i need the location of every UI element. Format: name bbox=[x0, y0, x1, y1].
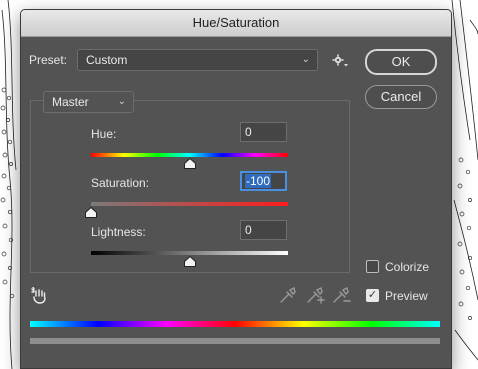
saturation-input[interactable]: -100 bbox=[240, 171, 287, 191]
output-color-bar bbox=[30, 338, 440, 344]
chevron-down-icon: ⌄ bbox=[301, 54, 310, 65]
input-color-bar bbox=[30, 321, 440, 327]
hue-label: Hue: bbox=[91, 127, 117, 141]
colorize-label: Colorize bbox=[385, 260, 430, 274]
preview-checkbox[interactable]: ✓ bbox=[366, 289, 379, 302]
preview-label: Preview bbox=[385, 289, 428, 303]
saturation-slider-thumb[interactable] bbox=[85, 207, 97, 218]
hue-saturation-dialog: Hue/Saturation Preset: Custom ⌄ OK Cance… bbox=[20, 9, 452, 369]
ok-button[interactable]: OK bbox=[365, 49, 437, 75]
preset-label: Preset: bbox=[29, 53, 68, 67]
hue-slider-thumb[interactable] bbox=[183, 158, 196, 169]
saturation-slider-track[interactable] bbox=[91, 202, 288, 206]
targeted-adjustment-hand-icon[interactable] bbox=[31, 287, 49, 305]
channel-select[interactable]: Master ⌄ bbox=[43, 91, 134, 113]
lightness-input[interactable]: 0 bbox=[240, 220, 287, 240]
lightness-label: Lightness: bbox=[91, 225, 146, 239]
eyedropper-add-icon[interactable] bbox=[305, 286, 325, 304]
eyedropper-subtract-icon[interactable] bbox=[331, 286, 351, 304]
colorize-checkbox[interactable] bbox=[366, 260, 379, 273]
lightness-slider-thumb[interactable] bbox=[183, 256, 196, 267]
gear-icon[interactable] bbox=[331, 53, 349, 69]
cancel-button[interactable]: Cancel bbox=[365, 85, 437, 109]
hue-input[interactable]: 0 bbox=[240, 122, 287, 142]
checkmark-icon: ✓ bbox=[367, 289, 378, 301]
eyedropper-icon[interactable] bbox=[278, 286, 298, 304]
preset-value: Custom bbox=[86, 53, 128, 67]
dialog-title: Hue/Saturation bbox=[21, 10, 451, 37]
saturation-label: Saturation: bbox=[91, 176, 150, 190]
preset-select[interactable]: Custom ⌄ bbox=[77, 49, 318, 71]
lightness-slider-track[interactable] bbox=[91, 251, 288, 255]
hue-slider-track[interactable] bbox=[91, 153, 288, 157]
channel-group-box bbox=[30, 100, 350, 273]
channel-value: Master bbox=[52, 95, 89, 109]
saturation-value-selected: -100 bbox=[245, 174, 272, 188]
chevron-down-icon: ⌄ bbox=[117, 96, 126, 107]
